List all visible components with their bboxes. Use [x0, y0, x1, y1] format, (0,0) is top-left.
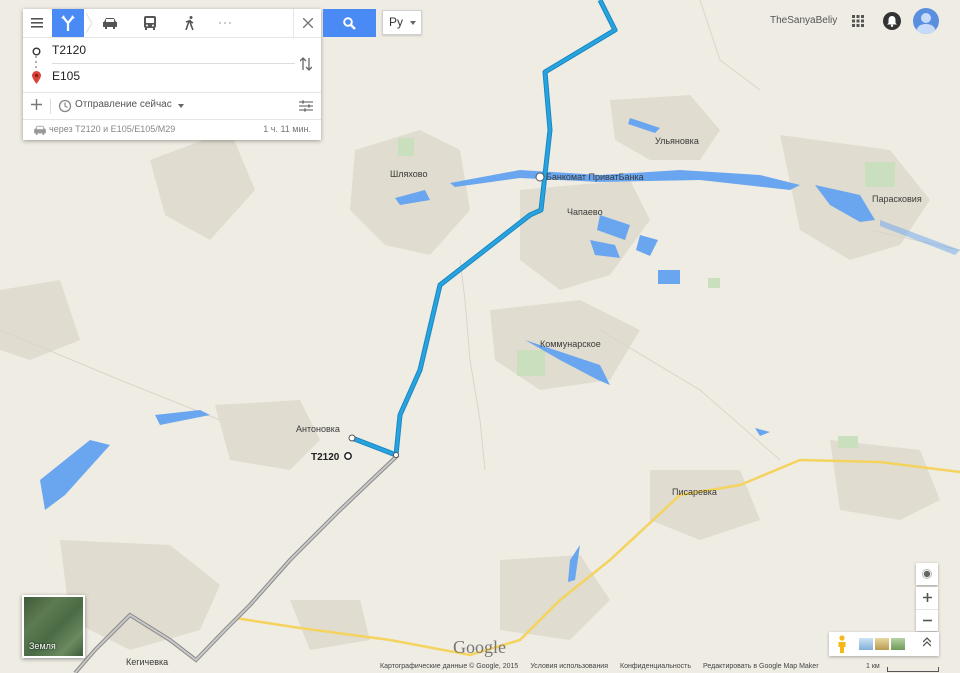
notifications-button[interactable] [883, 12, 901, 30]
earth-label: Земля [29, 641, 56, 651]
destination-text: E105 [52, 69, 81, 83]
my-location-button[interactable] [916, 563, 938, 585]
mode-walk-button[interactable] [175, 9, 205, 37]
route-summary[interactable]: через T2120 и E105/E105/M29 1 ч. 11 мин. [23, 119, 321, 141]
scale-label[interactable]: 1 км [866, 663, 880, 670]
origin-marker-icon[interactable] [344, 452, 352, 460]
map-tools-bar [829, 632, 939, 656]
label-chapaevo: Чапаево [567, 207, 603, 217]
swap-arrows-icon [300, 57, 312, 71]
label-paraskoviya: Парасковия [872, 194, 922, 204]
earth-view-toggle[interactable]: Земля [22, 595, 85, 658]
mode-best-route-button[interactable] [52, 9, 84, 37]
dropdown-arrow-icon [410, 21, 416, 25]
close-icon [303, 18, 313, 28]
label-bankomat[interactable]: Банкомат ПриватБанка [546, 172, 644, 182]
avatar[interactable] [913, 8, 939, 34]
search-icon [343, 16, 356, 30]
route-fork-icon [61, 15, 75, 31]
label-t2120: T2120 [311, 452, 340, 463]
more-modes-button[interactable] [213, 9, 237, 37]
label-pisarevka: Писаревка [672, 487, 717, 497]
map-data-credit: Картографические данные © Google, 2015 [380, 663, 519, 670]
minus-icon [922, 619, 932, 622]
options-row: Отправление сейчас [23, 92, 321, 119]
hamburger-icon [31, 18, 43, 28]
photo-thumb-icon[interactable] [859, 638, 873, 650]
swap-waypoints-button[interactable] [297, 54, 315, 74]
label-shlyakhovoe: Шляхово [390, 169, 427, 179]
google-logo: Google [453, 637, 506, 657]
dropdown-arrow-icon[interactable] [178, 104, 184, 108]
route-options-icon[interactable] [299, 99, 313, 113]
car-icon [34, 125, 46, 135]
plus-icon [30, 99, 42, 110]
photo-thumb-icon[interactable] [875, 638, 889, 650]
language-value: Ру [389, 15, 404, 29]
map-maker-link[interactable]: Редактировать в Google Map Maker [703, 663, 819, 673]
atm-icon[interactable] [535, 172, 545, 182]
map-footer: Картографические данные © Google, 2015 У… [380, 663, 819, 673]
more-dots-icon [219, 22, 231, 24]
zoom-in-button[interactable] [916, 587, 938, 609]
photo-thumb-icon[interactable] [891, 638, 905, 650]
zoom-out-button[interactable] [916, 609, 938, 632]
departure-time-select[interactable]: Отправление сейчас [75, 99, 172, 110]
mode-separator-chevron [84, 9, 94, 37]
chevron-right-icon [86, 13, 92, 33]
scale-bar [887, 667, 939, 672]
close-directions-button[interactable] [293, 9, 322, 37]
search-button[interactable] [323, 9, 376, 37]
pegman-icon[interactable] [837, 635, 847, 653]
double-chevron-up-icon [922, 637, 932, 647]
location-target-icon [922, 569, 932, 579]
privacy-link[interactable]: Конфиденциальность [620, 663, 691, 673]
car-icon [103, 18, 117, 29]
walking-icon [185, 16, 194, 30]
language-select[interactable]: Ру [382, 10, 422, 35]
clock-icon [58, 99, 72, 113]
route-duration: 1 ч. 11 мин. [263, 124, 311, 134]
account-username[interactable]: TheSanyaBeliy [770, 15, 837, 26]
label-antonovka: Антоновка [296, 424, 340, 434]
directions-panel: T2120 E105 Отправление сейчас через T212… [23, 9, 321, 140]
destination-pin-icon [29, 70, 43, 84]
label-kommunarskoe: Коммунарское [540, 339, 601, 349]
label-kegichevka: Кегичевка [126, 657, 168, 667]
zoom-controls [916, 587, 938, 631]
bell-icon [887, 15, 897, 27]
origin-field[interactable]: T2120 [23, 38, 295, 64]
origin-text: T2120 [52, 43, 87, 57]
divider [50, 99, 51, 114]
apps-grid-icon[interactable] [850, 13, 866, 29]
add-destination-button[interactable] [27, 96, 45, 116]
destination-field[interactable]: E105 [23, 64, 293, 90]
terms-link[interactable]: Условия использования [530, 663, 608, 673]
bus-icon [144, 16, 156, 30]
label-ulyanovka: Ульяновка [655, 136, 699, 146]
mode-car-button[interactable] [95, 9, 125, 37]
expand-imagery-button[interactable] [921, 636, 933, 652]
route-via-text: через T2120 и E105/E105/M29 [49, 124, 176, 134]
travel-mode-bar [23, 9, 321, 38]
menu-button[interactable] [23, 9, 51, 37]
mode-transit-button[interactable] [135, 9, 165, 37]
user-silhouette-icon [916, 13, 936, 34]
plus-icon [922, 593, 932, 602]
